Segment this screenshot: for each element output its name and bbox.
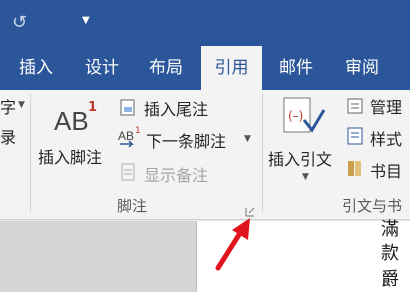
insert-footnote-icon[interactable]: AB 1: [54, 100, 104, 136]
ribbon-tabs: 插入 设计 布局 引用 邮件 审阅: [0, 46, 410, 90]
quick-access-dropdown-icon[interactable]: ▼: [82, 14, 96, 28]
chevron-down-icon: ▼: [18, 100, 25, 110]
ribbon-panel: 字 ▼ 录 AB 1 插入脚注 插入尾注 AB 1 下一条脚注 ▼ 显示备注 脚注…: [0, 90, 410, 220]
insert-footnote-button[interactable]: 插入脚注: [38, 144, 102, 168]
insert-citation-icon[interactable]: (–): [282, 96, 326, 140]
document-text: 款: [381, 243, 399, 264]
next-footnote-icon: AB 1: [118, 126, 144, 148]
group-separator: [30, 94, 31, 212]
bibliography-icon: [346, 158, 366, 178]
chevron-down-icon[interactable]: ▼: [302, 172, 309, 182]
partial-label-bottom: 录: [0, 128, 17, 147]
insert-endnote-button[interactable]: 插入尾注: [144, 96, 208, 120]
manage-sources-button[interactable]: 管理: [370, 94, 402, 118]
svg-text:(–): (–): [288, 109, 303, 123]
insert-endnote-icon: [118, 98, 140, 118]
style-icon: [346, 126, 366, 146]
show-notes-icon: [120, 162, 138, 182]
svg-text:AB: AB: [118, 129, 134, 143]
undo-icon[interactable]: ↺: [12, 12, 34, 34]
show-notes-button[interactable]: 显示备注: [144, 162, 208, 186]
red-arrow-icon: [210, 216, 260, 272]
bibliography-button[interactable]: 书目: [370, 158, 402, 182]
dialog-launcher-icon[interactable]: [245, 202, 255, 217]
citations-group-label: 引文与书: [342, 197, 403, 215]
next-footnote-button[interactable]: 下一条脚注: [146, 128, 226, 152]
footnotes-group-label: 脚注: [117, 197, 148, 215]
svg-text:1: 1: [135, 126, 141, 136]
tab-references[interactable]: 引用: [201, 46, 262, 90]
manage-sources-icon: [346, 96, 366, 116]
document-text: 滿: [381, 219, 399, 240]
tab-review[interactable]: 审阅: [332, 46, 392, 90]
style-dropdown[interactable]: 样式: [370, 126, 402, 150]
title-bar: ↺ ▼: [0, 0, 410, 46]
insert-citation-button[interactable]: 插入引文: [268, 146, 332, 170]
tab-insert[interactable]: 插入: [6, 46, 66, 90]
document-text: 爵: [381, 269, 399, 290]
group-separator: [262, 94, 263, 212]
tab-design[interactable]: 设计: [72, 46, 132, 90]
tab-layout[interactable]: 布局: [136, 46, 196, 90]
partial-label-top: 字: [0, 98, 17, 117]
tab-mailings[interactable]: 邮件: [266, 46, 326, 90]
chevron-down-icon[interactable]: ▼: [244, 134, 251, 144]
document-background: [0, 221, 196, 292]
